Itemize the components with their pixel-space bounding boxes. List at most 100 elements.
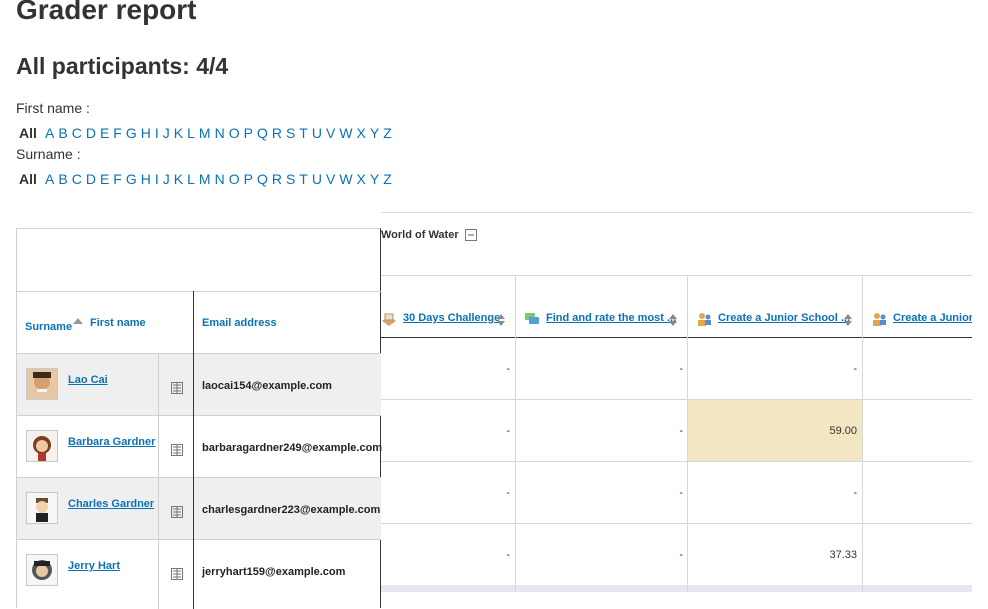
first-name-initial-s[interactable]: S: [286, 125, 295, 141]
first-name-initial-g[interactable]: G: [126, 125, 137, 141]
grid-line: [381, 523, 972, 524]
user-avatar[interactable]: [26, 492, 58, 524]
first-name-initial-o[interactable]: O: [229, 125, 240, 141]
grade-cell[interactable]: -: [381, 363, 510, 375]
surname-initial-x[interactable]: X: [357, 171, 366, 187]
user-avatar[interactable]: [26, 430, 58, 462]
surname-initial-q[interactable]: Q: [257, 171, 268, 187]
surname-initial-i[interactable]: I: [155, 171, 159, 187]
surname-initial-p[interactable]: P: [244, 171, 253, 187]
grade-item-find-and-rate[interactable]: Find and rate the most ...: [546, 312, 676, 324]
first-name-initial-m[interactable]: M: [199, 125, 211, 141]
first-name-initial-h[interactable]: H: [141, 125, 151, 141]
surname-initial-c[interactable]: C: [72, 171, 82, 187]
user-avatar[interactable]: [26, 554, 58, 586]
surname-initial-w[interactable]: W: [339, 171, 352, 187]
surname-initial-z[interactable]: Z: [383, 171, 392, 187]
workshop-icon: [873, 313, 886, 326]
grade-item-create-junior-school-2[interactable]: Create a Junior S: [893, 312, 972, 324]
user-report-icon[interactable]: [171, 506, 183, 518]
surname-initial-k[interactable]: K: [174, 171, 183, 187]
first-name-all-filter[interactable]: All: [19, 125, 37, 141]
grade-cell[interactable]: -: [516, 425, 683, 437]
page-title: Grader report: [16, 0, 197, 25]
grade-cell[interactable]: -: [381, 425, 510, 437]
grade-cell[interactable]: -: [381, 487, 510, 499]
grid-line: [381, 275, 972, 276]
grade-cell[interactable]: 59.00: [688, 425, 857, 437]
surname-initial-r[interactable]: R: [272, 171, 282, 187]
grade-cell[interactable]: -: [516, 363, 683, 375]
user-name-link[interactable]: Jerry Hart: [68, 560, 120, 572]
sort-arrows-icon[interactable]: [843, 313, 853, 327]
first-name-initial-f[interactable]: F: [113, 125, 122, 141]
first-name-initial-l[interactable]: L: [187, 125, 195, 141]
surname-all-filter[interactable]: All: [19, 171, 37, 187]
grade-cell[interactable]: -: [516, 549, 683, 561]
first-name-initial-q[interactable]: Q: [257, 125, 268, 141]
sort-surname-link[interactable]: Surname: [25, 321, 72, 333]
grade-cell[interactable]: -: [381, 549, 510, 561]
first-name-initial-y[interactable]: Y: [370, 125, 379, 141]
grade-item-30-days-challenge[interactable]: 30 Days Challenge: [403, 312, 500, 324]
first-name-initial-z[interactable]: Z: [383, 125, 392, 141]
user-report-icon[interactable]: [171, 382, 183, 394]
user-email: charlesgardner223@example.com: [202, 504, 381, 516]
category-title-text: World of Water: [381, 229, 459, 241]
user-report-icon[interactable]: [171, 444, 183, 456]
first-name-initial-e[interactable]: E: [100, 125, 109, 141]
sort-email-link[interactable]: Email address: [202, 317, 277, 329]
surname-initial-u[interactable]: U: [312, 171, 322, 187]
user-name-link[interactable]: Barbara Gardner: [68, 436, 155, 448]
first-name-initial-w[interactable]: W: [339, 125, 352, 141]
first-name-initial-d[interactable]: D: [86, 125, 96, 141]
first-name-initial-x[interactable]: X: [357, 125, 366, 141]
first-name-initial-p[interactable]: P: [244, 125, 253, 141]
grade-cell[interactable]: -: [516, 487, 683, 499]
grade-cell[interactable]: -: [688, 363, 857, 375]
surname-initial-v[interactable]: V: [326, 171, 335, 187]
first-name-initial-n[interactable]: N: [215, 125, 225, 141]
sort-arrows-icon[interactable]: [668, 313, 678, 327]
user-avatar[interactable]: [26, 368, 58, 400]
first-name-filter-label: First name :: [16, 100, 90, 116]
first-name-initial-i[interactable]: I: [155, 125, 159, 141]
user-report-icon[interactable]: [171, 568, 183, 580]
surname-initial-m[interactable]: M: [199, 171, 211, 187]
surname-initial-n[interactable]: N: [215, 171, 225, 187]
surname-initial-s[interactable]: S: [286, 171, 295, 187]
first-name-initial-t[interactable]: T: [299, 125, 308, 141]
first-name-initial-r[interactable]: R: [272, 125, 282, 141]
surname-initial-j[interactable]: J: [163, 171, 170, 187]
surname-initial-y[interactable]: Y: [370, 171, 379, 187]
grade-cell[interactable]: -: [688, 487, 857, 499]
grade-item-create-junior-school-1[interactable]: Create a Junior School ...: [718, 312, 850, 324]
surname-initial-l[interactable]: L: [187, 171, 195, 187]
sort-firstname-link[interactable]: First name: [90, 317, 146, 329]
surname-initial-e[interactable]: E: [100, 171, 109, 187]
first-name-initial-u[interactable]: U: [312, 125, 322, 141]
surname-initial-o[interactable]: O: [229, 171, 240, 187]
surname-initial-a[interactable]: A: [45, 171, 54, 187]
surname-initial-d[interactable]: D: [86, 171, 96, 187]
first-name-initial-c[interactable]: C: [72, 125, 82, 141]
surname-initial-f[interactable]: F: [113, 171, 122, 187]
first-name-initial-j[interactable]: J: [163, 125, 170, 141]
first-name-initial-k[interactable]: K: [174, 125, 183, 141]
surname-initials-bar: All ABCDEFGHIJKLMNOPQRSTUVWXYZ: [19, 171, 396, 187]
user-email: laocai154@example.com: [202, 380, 332, 392]
surname-initial-g[interactable]: G: [126, 171, 137, 187]
surname-initial-h[interactable]: H: [141, 171, 151, 187]
grade-cell[interactable]: 37.33: [688, 549, 857, 561]
user-name-link[interactable]: Lao Cai: [68, 374, 108, 386]
surname-initial-t[interactable]: T: [299, 171, 308, 187]
sort-arrows-icon[interactable]: [496, 313, 506, 327]
user-name-link[interactable]: Charles Gardner: [68, 498, 154, 510]
first-name-initial-b[interactable]: B: [58, 125, 67, 141]
collapse-category-icon[interactable]: [464, 229, 477, 241]
first-name-initial-v[interactable]: V: [326, 125, 335, 141]
user-row: Lao Cai laocai154@example.com: [17, 353, 381, 415]
surname-initial-b[interactable]: B: [58, 171, 67, 187]
grid-top-divider: [381, 212, 972, 213]
first-name-initial-a[interactable]: A: [45, 125, 54, 141]
